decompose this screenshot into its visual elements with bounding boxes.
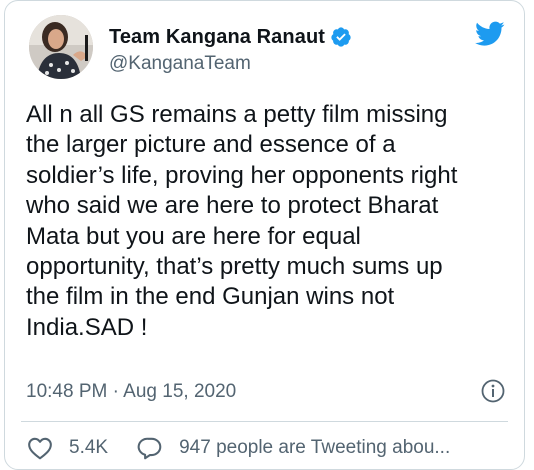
tweet-meta-row: 10:48 PM · Aug 15, 2020 [26, 378, 508, 406]
verified-badge-icon [330, 26, 352, 48]
like-button[interactable]: 5.4K [27, 436, 108, 460]
heart-icon [28, 437, 52, 460]
tweet-card: Team Kangana Ranaut @KanganaTeam All n a… [4, 0, 525, 470]
twitter-bird-icon[interactable] [475, 21, 505, 47]
author-name[interactable]: Team Kangana Ranaut [109, 26, 325, 49]
tweeting-about-button[interactable]: 947 people are Tweeting abou... [137, 436, 450, 460]
tweet-timestamp[interactable]: 10:48 PM · Aug 15, 2020 [26, 381, 236, 403]
author-name-row: Team Kangana Ranaut [109, 23, 352, 51]
like-count: 5.4K [69, 437, 109, 458]
info-icon[interactable] [480, 378, 506, 404]
tweet-text: All n all GS remains a petty film missin… [26, 101, 458, 341]
author-handle[interactable]: @KanganaTeam [109, 53, 251, 75]
tweeting-about-label: 947 people are Tweeting abou... [179, 437, 451, 458]
actions-row: 5.4K 947 people are Tweeting abou... [27, 435, 450, 461]
divider [21, 421, 508, 422]
speech-bubble-icon [137, 437, 162, 460]
avatar[interactable] [29, 15, 93, 79]
